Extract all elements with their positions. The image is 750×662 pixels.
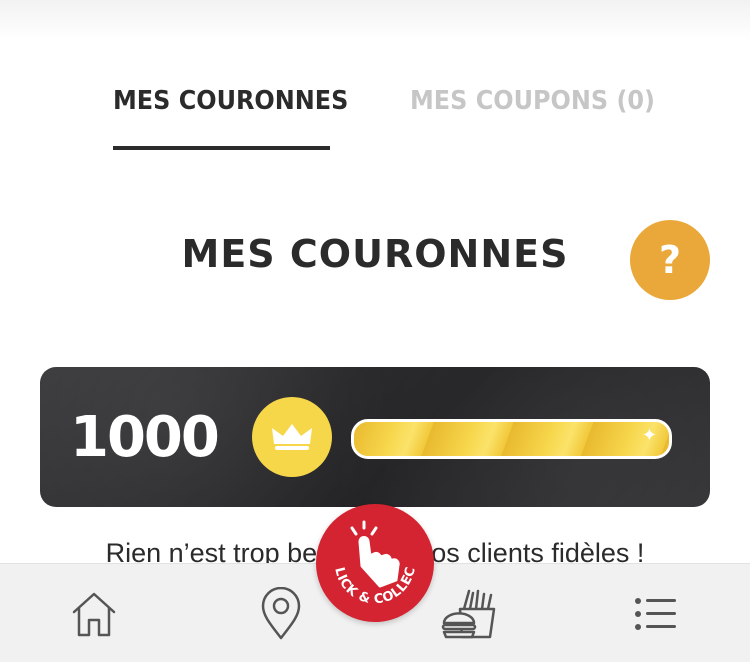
- location-pin-icon: [261, 587, 301, 640]
- home-icon: [72, 592, 116, 637]
- list-menu-icon: [635, 598, 676, 630]
- progress-bar: ✦: [351, 419, 672, 459]
- active-tab-indicator: [113, 146, 330, 150]
- points-value: 1000: [70, 405, 220, 470]
- header-shadow: [0, 0, 750, 40]
- help-icon: ?: [658, 238, 682, 282]
- click-collect-button[interactable]: CLICK & COLLECT: [311, 493, 434, 622]
- sparkle-icon: ✦: [641, 425, 657, 446]
- nav-menu-food[interactable]: [438, 584, 498, 644]
- nav-more[interactable]: [626, 584, 686, 644]
- burger-fries-icon: [441, 589, 496, 639]
- crown-icon: [252, 397, 332, 477]
- progress-fill: [354, 422, 669, 456]
- tab-mes-couronnes[interactable]: MES COURONNES: [113, 86, 348, 116]
- points-card: 1000 ✦: [40, 367, 710, 507]
- help-button[interactable]: ?: [630, 220, 710, 300]
- tap-hand-icon: [350, 520, 400, 588]
- nav-restaurants[interactable]: [251, 584, 311, 644]
- nav-home[interactable]: [64, 584, 124, 644]
- tab-mes-coupons[interactable]: MES COUPONS (0): [410, 86, 655, 116]
